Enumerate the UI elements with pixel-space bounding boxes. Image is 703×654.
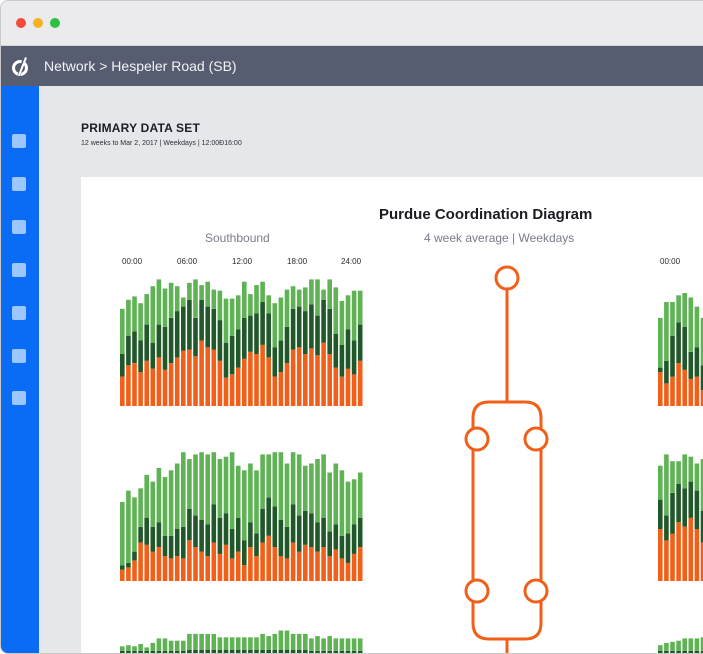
app-window: Network > Hespeler Road (SB) PRIMARY DAT… [0,0,703,654]
coordination-diagram-icon [464,265,549,653]
